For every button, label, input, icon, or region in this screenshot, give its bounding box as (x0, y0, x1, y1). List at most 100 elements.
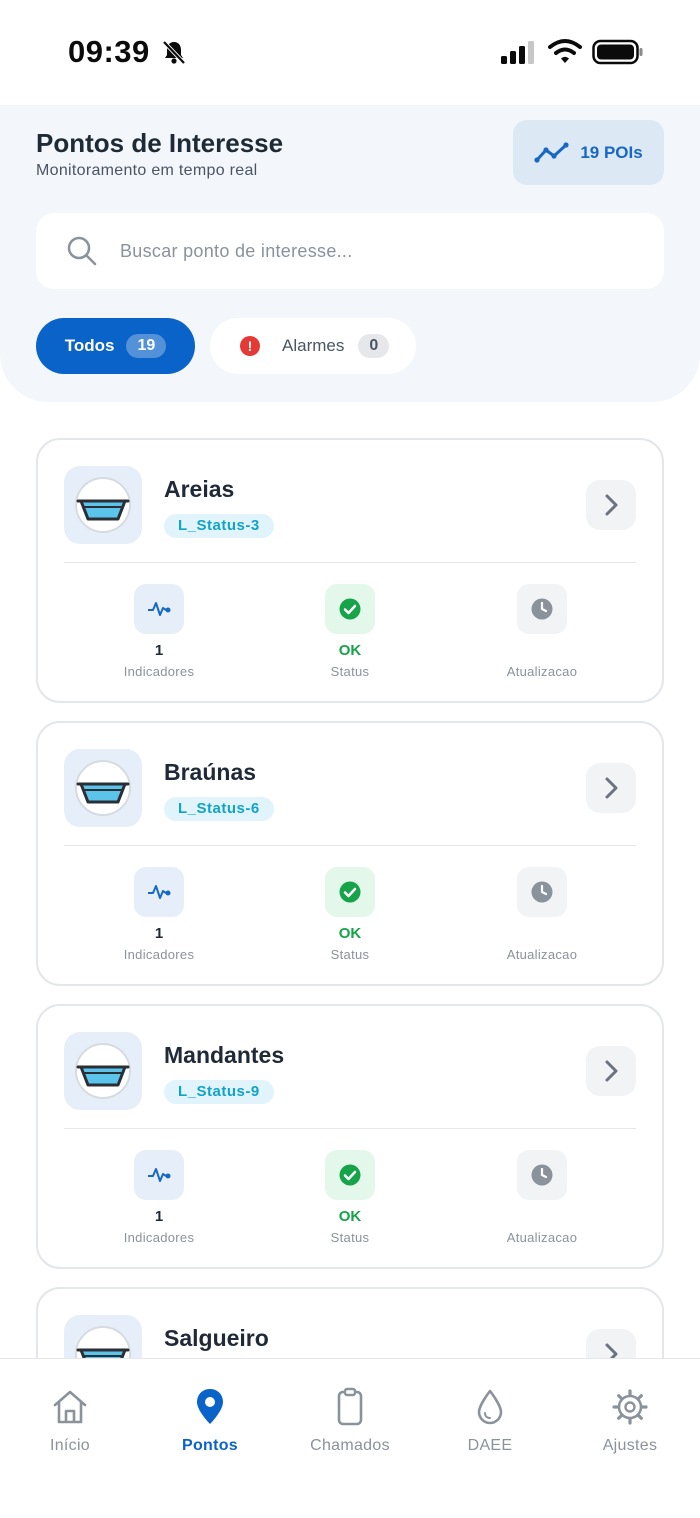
chevron-right-icon (605, 1343, 618, 1358)
status-label: Status (330, 1230, 370, 1245)
poi-count-button[interactable]: 19 POIs (513, 120, 664, 185)
point-card[interactable]: Braúnas L_Status-6 1 Indicadores OK Stat… (36, 721, 664, 986)
indicators-label: Indicadores (123, 947, 195, 962)
clipboard-icon (337, 1387, 363, 1426)
filter-alarms-label: Alarmes (282, 336, 345, 355)
filter-chip-alarms[interactable]: ! Alarmes 0 (210, 318, 416, 374)
trend-line-icon (534, 141, 569, 163)
search-icon (67, 236, 97, 266)
signal-icon (501, 41, 534, 64)
pulse-icon (134, 584, 184, 634)
point-name: Areias (164, 476, 235, 502)
point-name: Mandantes (164, 1042, 285, 1068)
updated-label: Atualizacao (506, 1230, 578, 1245)
tab-chamados-label: Chamados (310, 1437, 390, 1454)
status-value: OK (338, 1208, 362, 1225)
bottom-tab-bar: Início Pontos Chamados DAEE Ajustes (0, 1358, 700, 1518)
tab-pontos-label: Pontos (181, 1437, 239, 1454)
status-time: 09:39 (68, 34, 150, 69)
stat-updated: Atualizacao (462, 584, 622, 679)
point-tag: L_Status-9 (164, 1080, 274, 1104)
bell-muted-icon (162, 40, 186, 65)
stat-updated: Atualizacao (462, 1150, 622, 1245)
poi-count-label: 19 POIs (580, 142, 643, 162)
point-tag: L_Status-3 (164, 514, 274, 538)
stat-indicators: 1 Indicadores (79, 867, 239, 962)
clock-icon (517, 584, 567, 634)
reservoir-icon (75, 477, 131, 533)
open-point-button[interactable] (586, 1329, 636, 1358)
tab-daee-label: DAEE (467, 1437, 513, 1454)
point-card[interactable]: Areias L_Status-3 1 Indicadores OK Statu… (36, 438, 664, 703)
check-circle-icon (325, 584, 375, 634)
wifi-icon (548, 39, 582, 63)
chevron-right-icon (605, 777, 618, 799)
tab-ajustes[interactable]: Ajustes (560, 1387, 700, 1455)
clock-icon (517, 867, 567, 917)
status-value: OK (338, 925, 362, 942)
updated-value (462, 925, 622, 945)
status-label: Status (330, 664, 370, 679)
status-label: Status (330, 947, 370, 962)
point-card[interactable]: Salgueiro (36, 1287, 664, 1358)
point-card[interactable]: Mandantes L_Status-9 1 Indicadores OK St… (36, 1004, 664, 1269)
tab-inicio[interactable]: Início (0, 1387, 140, 1455)
card-divider (64, 562, 636, 563)
search-bar (36, 213, 664, 289)
reservoir-thumbnail (64, 1315, 142, 1358)
reservoir-thumbnail (64, 1032, 142, 1110)
pulse-icon (134, 867, 184, 917)
search-input[interactable] (120, 235, 640, 267)
open-point-button[interactable] (586, 480, 636, 530)
indicators-label: Indicadores (123, 664, 195, 679)
page-subtitle: Monitoramento em tempo real (36, 162, 258, 179)
tab-ajustes-label: Ajustes (602, 1437, 658, 1454)
point-name: Salgueiro (164, 1325, 269, 1351)
pulse-icon (134, 1150, 184, 1200)
water-drop-icon (477, 1389, 503, 1425)
stat-updated: Atualizacao (462, 867, 622, 962)
check-circle-icon (325, 1150, 375, 1200)
card-divider (64, 1128, 636, 1129)
stat-indicators: 1 Indicadores (79, 1150, 239, 1245)
map-pin-icon (197, 1389, 223, 1424)
indicators-value: 1 (154, 925, 164, 942)
reservoir-thumbnail (64, 749, 142, 827)
alarm-icon: ! (240, 336, 260, 356)
indicators-value: 1 (154, 642, 164, 659)
stat-status: OK Status (270, 584, 430, 679)
status-value: OK (338, 642, 362, 659)
chevron-right-icon (605, 1060, 618, 1082)
stat-indicators: 1 Indicadores (79, 584, 239, 679)
home-icon (53, 1390, 87, 1424)
gear-icon (612, 1389, 648, 1425)
reservoir-icon (75, 760, 131, 816)
reservoir-icon (75, 1326, 131, 1358)
indicators-value: 1 (154, 1208, 164, 1225)
updated-label: Atualizacao (506, 664, 578, 679)
reservoir-thumbnail (64, 466, 142, 544)
chevron-right-icon (605, 494, 618, 516)
filter-all-label: Todos (64, 336, 115, 355)
filter-all-count: 19 (126, 334, 167, 358)
tab-pontos[interactable]: Pontos (140, 1387, 280, 1455)
updated-label: Atualizacao (506, 947, 578, 962)
updated-value (462, 1208, 622, 1228)
point-tag: L_Status-6 (164, 797, 274, 821)
reservoir-icon (75, 1043, 131, 1099)
indicators-label: Indicadores (123, 1230, 195, 1245)
battery-icon (592, 39, 643, 65)
tab-daee[interactable]: DAEE (420, 1387, 560, 1455)
updated-value (462, 642, 622, 662)
tab-inicio-label: Início (49, 1437, 91, 1454)
status-bar: 09:39 (0, 0, 700, 105)
points-list: Areias L_Status-3 1 Indicadores OK Statu… (0, 402, 700, 1358)
open-point-button[interactable] (586, 763, 636, 813)
open-point-button[interactable] (586, 1046, 636, 1096)
check-circle-icon (325, 867, 375, 917)
filter-alarms-count: 0 (358, 334, 390, 358)
filter-chip-all[interactable]: Todos 19 (36, 318, 195, 374)
point-name: Braúnas (164, 759, 257, 785)
tab-chamados[interactable]: Chamados (280, 1387, 420, 1455)
stat-status: OK Status (270, 867, 430, 962)
